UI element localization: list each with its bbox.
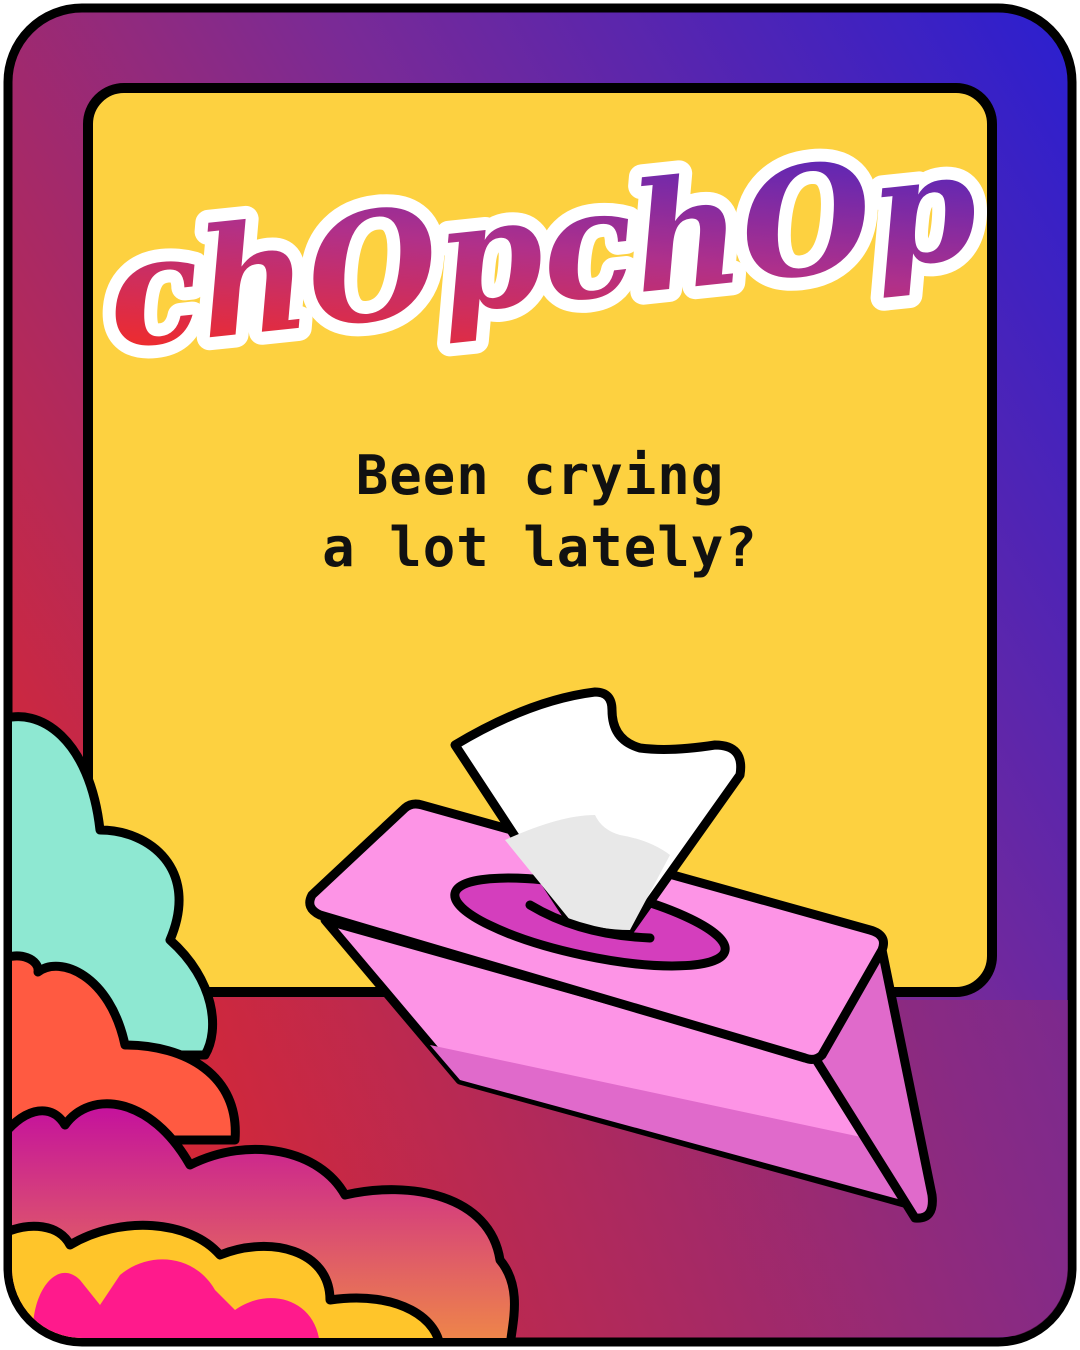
headline-line-1: Been crying [355, 444, 725, 507]
headline: Been crying a lot lately? [190, 440, 890, 584]
card-frame: chOpchOp chOpchOp [3, 3, 1077, 1347]
headline-line-2: a lot lately? [322, 516, 758, 579]
